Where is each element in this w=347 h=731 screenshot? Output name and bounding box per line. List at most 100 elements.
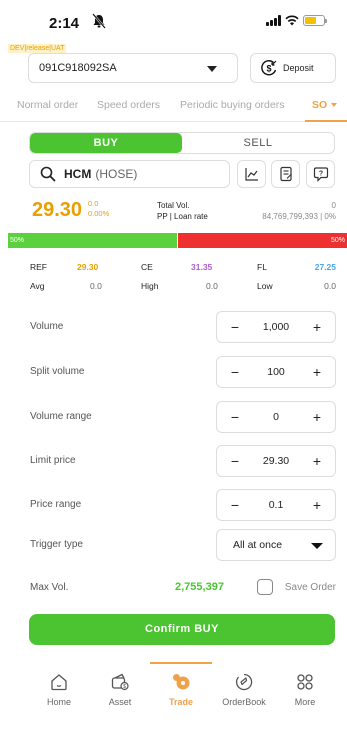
nav-more-label: More (294, 697, 316, 707)
split-volume-increment-button[interactable]: + (311, 365, 323, 379)
caret-down-icon (311, 543, 323, 549)
wifi-icon (285, 15, 299, 26)
price-change: 0.0 0.00% (88, 199, 109, 219)
volume-value[interactable]: 1,000 (263, 321, 289, 333)
ceiling-label: CE (141, 262, 153, 272)
total-vol-label: Total Vol. (157, 201, 190, 210)
split-volume-value[interactable]: 100 (267, 366, 285, 378)
ref-row-2: Avg 0.0 High 0.0 Low 0.0 (30, 281, 336, 300)
tab-speed-orders[interactable]: Speed orders (97, 99, 160, 111)
active-tab-underline (305, 120, 347, 122)
tab-normal-order[interactable]: Normal order (17, 99, 78, 111)
deposit-dollar-icon: $ (261, 60, 277, 76)
floor-value: 27.25 (314, 262, 336, 272)
search-icon (40, 166, 56, 182)
volume-range-label: Volume range (30, 411, 92, 422)
last-price: 29.30 (32, 199, 83, 221)
limit-price-row: Limit price − 29.30 + (30, 445, 336, 477)
chart-icon (244, 168, 258, 181)
ref-row-1: REF 29.30 CE 31.35 FL 27.25 (30, 262, 336, 281)
pp-loan-rate-label: PP | Loan rate (157, 212, 208, 221)
order-type-tabs: Normal order Speed orders Periodic buyin… (0, 90, 347, 122)
tab-periodic-buying-orders[interactable]: Periodic buying orders (180, 99, 284, 111)
nav-asset[interactable]: $ Asset (88, 672, 152, 707)
deposit-button[interactable]: $ Deposit (250, 53, 336, 83)
price-change-percent: 0.00% (88, 209, 110, 218)
volume-range-decrement-button[interactable]: − (229, 410, 241, 424)
volume-stepper: − 1,000 + (216, 311, 336, 343)
svg-text:?: ? (318, 171, 322, 178)
pp-loan-rate-value: 84,769,799,393 | 0% (262, 212, 336, 221)
trigger-type-label: Trigger type (30, 539, 83, 550)
account-number: 091C918092SA (39, 62, 117, 74)
low-value: 0.0 (324, 281, 336, 291)
chat-button[interactable]: ? (306, 160, 335, 188)
volume-label: Volume (30, 321, 64, 332)
nav-orderbook-label: OrderBook (222, 697, 266, 707)
max-vol-label: Max Vol. (30, 582, 69, 593)
sell-ratio: 50% (178, 233, 347, 248)
svg-text:$: $ (123, 684, 126, 690)
bottom-nav: Home $ Asset Trade OrderBook More (0, 662, 347, 731)
volume-range-value[interactable]: 0 (273, 411, 279, 423)
status-time: 2:14 (49, 15, 80, 32)
trigger-type-row: Trigger type All at once (30, 529, 336, 561)
ref-value: 29.30 (77, 262, 99, 272)
mute-bell-icon (92, 13, 106, 29)
price-range-row: Price range − 0.1 + (30, 489, 336, 521)
nav-more[interactable]: More (273, 672, 337, 707)
nav-asset-label: Asset (108, 697, 132, 707)
nav-orderbook[interactable]: OrderBook (212, 672, 276, 707)
home-icon (51, 674, 67, 691)
split-volume-row: Split volume − 100 + (30, 356, 336, 388)
more-grid-icon (297, 674, 313, 690)
account-select[interactable]: 091C918092SA (28, 53, 238, 83)
split-volume-label: Split volume (30, 366, 85, 377)
trigger-type-value: All at once (233, 539, 283, 551)
note-button[interactable] (271, 160, 300, 188)
volume-range-increment-button[interactable]: + (311, 410, 323, 424)
nav-home[interactable]: Home (27, 672, 91, 707)
volume-range-row: Volume range − 0 + (30, 401, 336, 433)
limit-price-label: Limit price (30, 455, 76, 466)
nav-active-indicator (150, 662, 212, 664)
nav-trade-label: Trade (168, 697, 193, 707)
sell-tab[interactable]: SELL (182, 133, 334, 153)
confirm-buy-button[interactable]: Confirm BUY (29, 614, 335, 645)
limit-price-decrement-button[interactable]: − (229, 454, 241, 468)
save-order-label[interactable]: Save Order (285, 582, 336, 593)
quote-values: 0 84,769,799,393 | 0% (262, 200, 336, 222)
split-volume-decrement-button[interactable]: − (229, 365, 241, 379)
save-order-checkbox[interactable] (257, 579, 273, 595)
svg-text:$: $ (266, 64, 271, 74)
ceiling-value: 31.35 (191, 262, 213, 272)
tab-so[interactable]: SO (312, 99, 337, 111)
volume-decrement-button[interactable]: − (229, 320, 241, 334)
limit-price-value[interactable]: 29.30 (263, 455, 289, 467)
price-range-increment-button[interactable]: + (311, 498, 323, 512)
price-change-value: 0.0 (88, 199, 99, 208)
nav-home-label: Home (46, 697, 71, 707)
volume-increment-button[interactable]: + (311, 320, 323, 334)
volume-row: Volume − 1,000 + (30, 311, 336, 343)
avg-label: Avg (30, 281, 45, 291)
price-range-value[interactable]: 0.1 (269, 499, 284, 511)
symbol-code: HCM (64, 167, 92, 181)
reference-price-table: REF 29.30 CE 31.35 FL 27.25 Avg 0.0 High… (30, 262, 336, 300)
buy-sell-toggle: BUY SELL (29, 132, 335, 154)
limit-price-increment-button[interactable]: + (311, 454, 323, 468)
signal-icon (266, 15, 281, 26)
ref-label: REF (30, 262, 47, 272)
price-range-decrement-button[interactable]: − (229, 498, 241, 512)
symbol-exchange: (HOSE) (95, 167, 138, 181)
nav-trade[interactable]: Trade (149, 672, 213, 707)
trigger-type-select[interactable]: All at once (216, 529, 336, 561)
status-bar: 2:14 (0, 0, 347, 40)
buy-tab[interactable]: BUY (30, 133, 182, 153)
trade-icon (173, 674, 190, 690)
symbol-search[interactable]: HCM (HOSE) (29, 160, 230, 188)
chat-icon: ? (313, 167, 328, 182)
chart-button[interactable] (237, 160, 266, 188)
quote-labels: Total Vol. PP | Loan rate (157, 200, 208, 222)
floor-label: FL (257, 262, 267, 272)
